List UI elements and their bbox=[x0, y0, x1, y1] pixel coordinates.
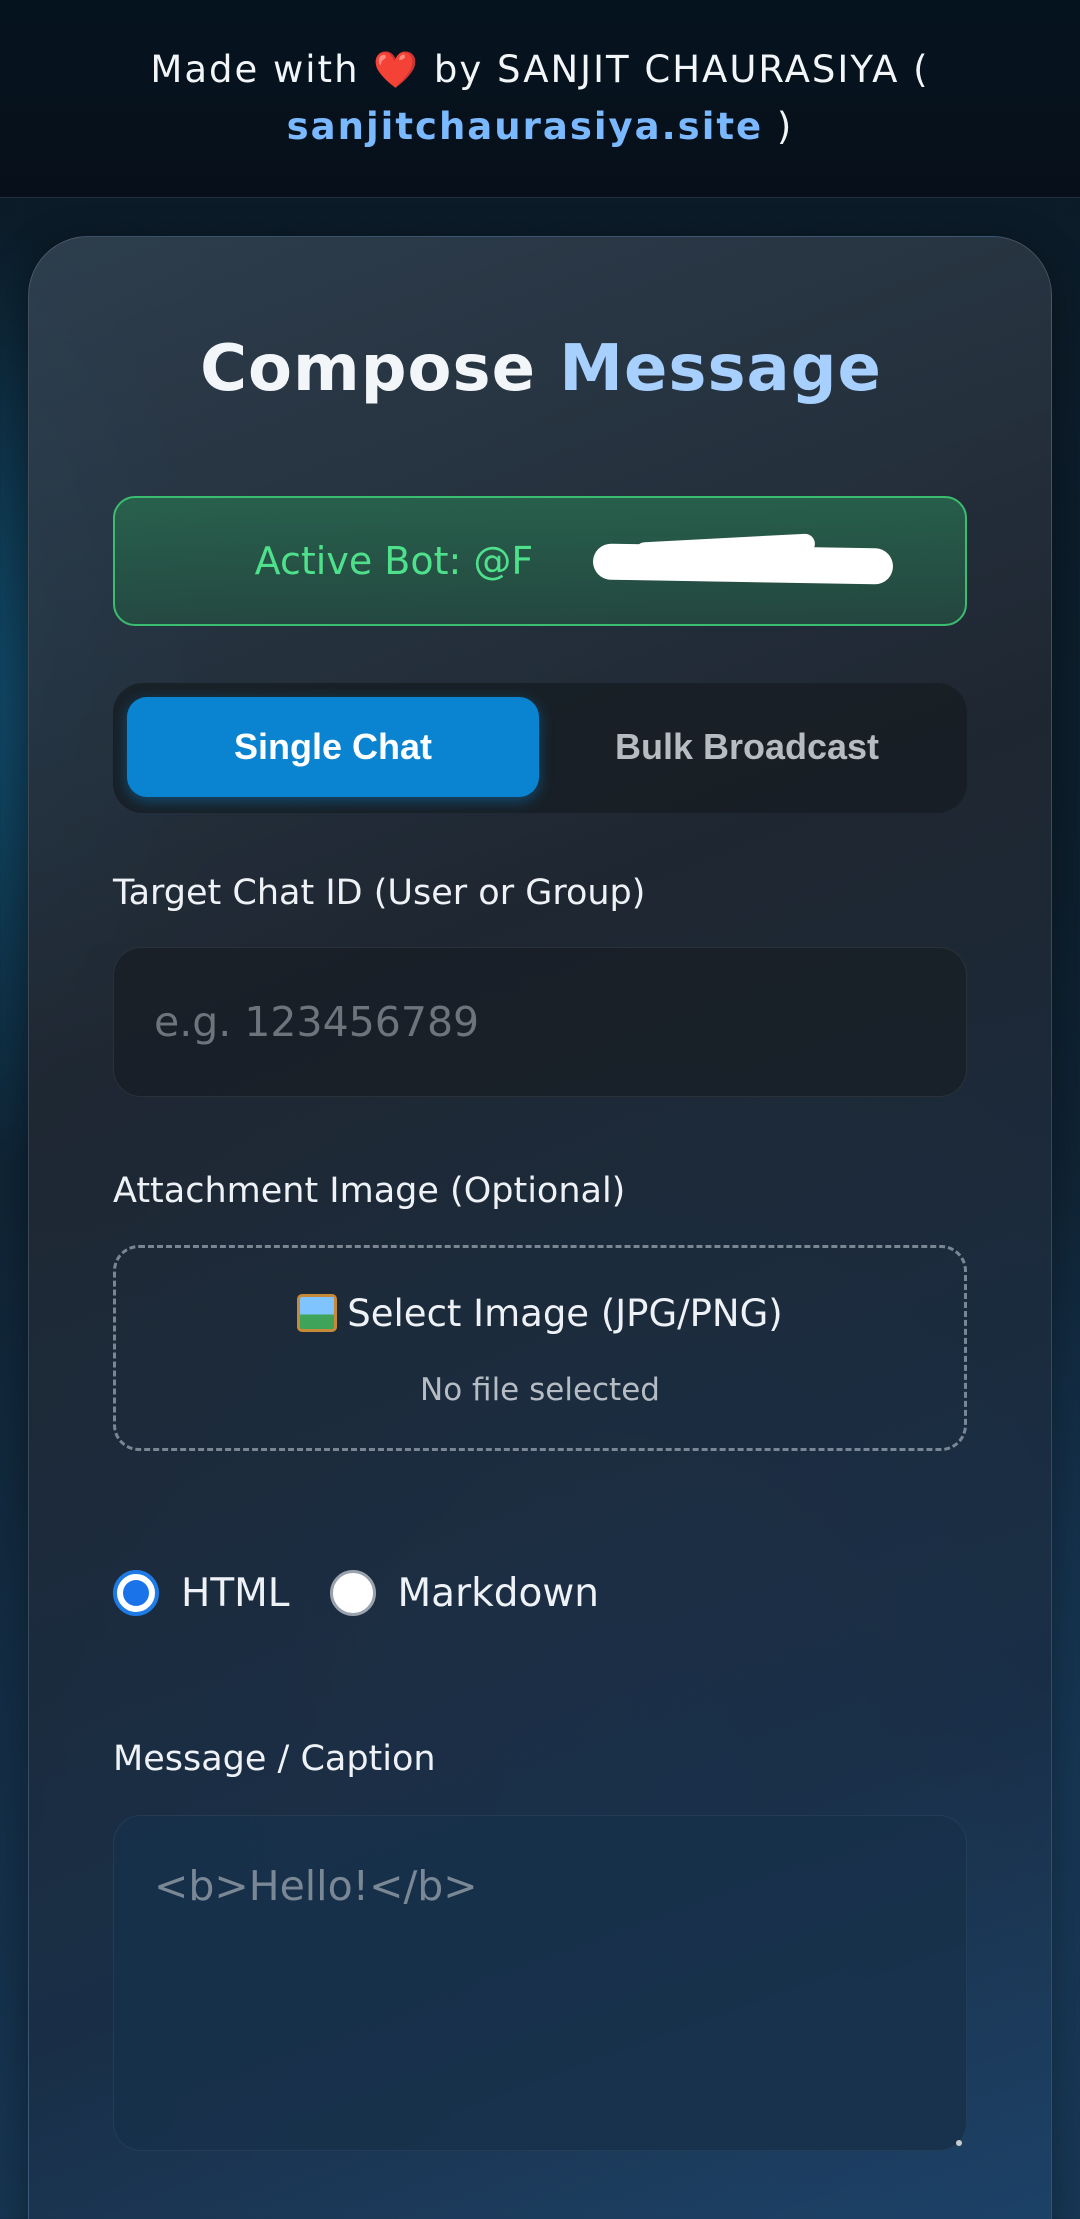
active-bot-banner: Active Bot: @F bbox=[113, 496, 967, 626]
tab-single-chat[interactable]: Single Chat bbox=[127, 697, 539, 797]
author-text: by SANJIT CHAURASIYA ( bbox=[433, 48, 930, 91]
message-label: Message / Caption bbox=[113, 1739, 436, 1779]
radio-html-label[interactable]: HTML bbox=[181, 1571, 290, 1616]
framed-picture-icon bbox=[297, 1294, 338, 1332]
radio-markdown-label[interactable]: Markdown bbox=[398, 1571, 599, 1616]
top-header: Made with ❤️ by SANJIT CHAURASIYA ( sanj… bbox=[0, 0, 1080, 198]
message-placeholder: <b>Hello!</b> bbox=[154, 1862, 478, 1910]
compose-card: Compose Message Active Bot: @F Single Ch… bbox=[28, 236, 1052, 2219]
select-image-text: Select Image (JPG/PNG) bbox=[347, 1292, 783, 1335]
credit-line-1: Made with ❤️ by SANJIT CHAURASIYA ( bbox=[0, 42, 1080, 99]
page-title: Compose Message bbox=[29, 332, 1053, 406]
radio-markdown[interactable] bbox=[329, 1570, 376, 1616]
title-compose: Compose bbox=[200, 332, 536, 406]
chat-id-input[interactable]: e.g. 123456789 bbox=[113, 947, 967, 1097]
radio-html[interactable] bbox=[113, 1570, 159, 1616]
message-textarea[interactable]: <b>Hello!</b> bbox=[113, 1815, 967, 2151]
credit-line-2: sanjitchaurasiya.site ) bbox=[0, 99, 1080, 155]
heart-icon: ❤️ bbox=[373, 50, 421, 91]
made-with-text: Made with bbox=[150, 48, 360, 91]
mode-toggle: Single Chat Bulk Broadcast bbox=[113, 683, 967, 813]
title-message: Message bbox=[559, 332, 882, 406]
chat-id-label: Target Chat ID (User or Group) bbox=[113, 873, 646, 913]
attachment-label: Attachment Image (Optional) bbox=[113, 1171, 626, 1211]
select-image-button[interactable]: Select Image (JPG/PNG) bbox=[116, 1292, 964, 1335]
tab-bulk-broadcast[interactable]: Bulk Broadcast bbox=[541, 697, 953, 797]
no-file-text: No file selected bbox=[420, 1372, 660, 1408]
author-site-link[interactable]: sanjitchaurasiya.site bbox=[287, 105, 764, 148]
parse-mode-group: HTML Markdown bbox=[113, 1563, 599, 1623]
image-dropzone[interactable]: Select Image (JPG/PNG) No file selected bbox=[113, 1245, 967, 1451]
active-bot-text: Active Bot: @F bbox=[254, 539, 534, 583]
resize-handle[interactable] bbox=[956, 2140, 962, 2146]
close-paren-text: ) bbox=[776, 105, 794, 148]
